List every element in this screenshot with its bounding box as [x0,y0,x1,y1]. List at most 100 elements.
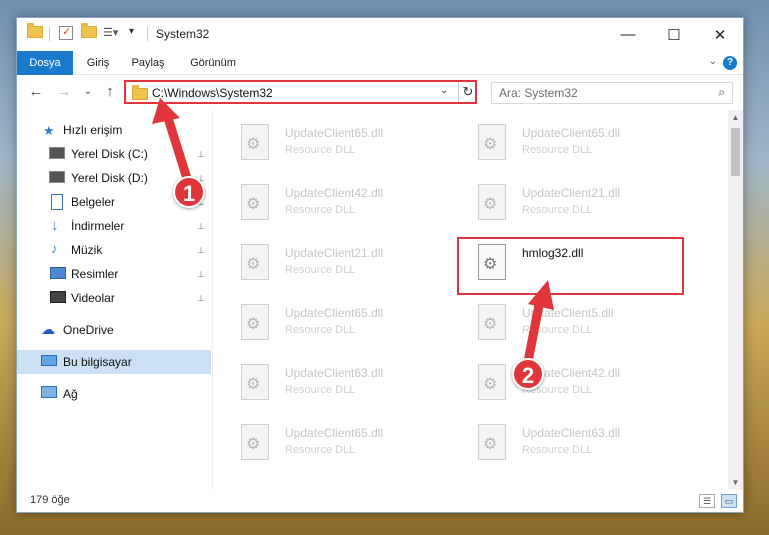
file-type: Resource DLL [285,204,356,216]
star-icon: ★ [43,123,55,138]
sidebar-item-label: OneDrive [63,323,114,337]
pin-icon[interactable]: ⊥ [197,245,205,256]
file-type: Resource DLL [285,384,356,396]
cloud-icon: ☁ [41,321,55,337]
file-item[interactable]: UpdateClient42.dll Resource DLL [213,178,441,234]
title-separator [147,27,148,41]
file-name: UpdateClient65.dll [285,306,384,320]
scroll-down-icon[interactable]: ▼ [728,475,743,490]
pin-icon[interactable]: ⊥ [197,269,205,280]
pin-icon[interactable]: ⊥ [197,293,205,304]
dll-file-icon [241,244,269,280]
sidebar-item-network[interactable]: Ağ [17,382,211,406]
vertical-scrollbar[interactable]: ▲ ▼ [728,110,743,490]
expand-ribbon-icon[interactable]: ⌄ [709,56,717,67]
pin-icon[interactable]: ⊥ [197,149,205,160]
properties-icon[interactable]: ✓ [59,26,73,40]
dll-file-icon [478,364,506,400]
file-type: Resource DLL [285,144,356,156]
music-icon: ♪ [51,241,58,256]
sidebar-item-quick-access[interactable]: ★ Hızlı erişim [17,118,211,142]
file-item[interactable]: UpdateClient65.dll Resource DLL [213,298,441,354]
sidebar-item-this-pc[interactable]: Bu bilgisayar [17,350,211,374]
sidebar-item-label: Yerel Disk (D:) [71,171,148,185]
sidebar-item-disk-c[interactable]: Yerel Disk (C:) ⊥ [17,142,211,166]
file-type: Resource DLL [285,324,356,336]
tab-gorunum[interactable]: Görünüm [183,51,243,75]
tiles-view-icon[interactable]: ▭ [721,494,737,508]
file-name: UpdateClient63.dll [522,426,621,440]
navigation-bar: ← → ⌄ ↑ C:\Windows\System32 ⌄ ↻ Ara: Sys… [17,76,743,108]
minimize-button[interactable]: — [605,18,651,51]
maximize-button[interactable]: ☐ [651,18,697,51]
sidebar-item-label: Bu bilgisayar [63,355,132,369]
documents-icon [51,194,63,210]
file-item[interactable]: UpdateClient21.dll Resource DLL [213,238,441,294]
file-name: UpdateClient63.dll [285,366,384,380]
scrollbar-thumb[interactable] [731,128,740,176]
file-item[interactable]: UpdateClient63.dll Resource DLL [450,418,678,474]
address-path[interactable]: C:\Windows\System32 [152,86,273,100]
file-type: Resource DLL [285,444,356,456]
tab-paylas[interactable]: Paylaş [123,51,173,75]
sidebar-item-label: Belgeler [71,195,116,209]
sidebar-item-onedrive[interactable]: ☁ OneDrive [17,318,211,342]
sidebar-item-label: İndirmeler [71,219,125,233]
sidebar-item-label: Müzik [71,243,103,257]
back-button[interactable]: ← [27,82,45,102]
refresh-button[interactable]: ↻ [458,82,477,102]
file-item[interactable]: UpdateClient65.dll Resource DLL [213,418,441,474]
dll-file-icon [478,424,506,460]
tab-giris[interactable]: Giriş [77,51,119,75]
sidebar-item-pictures[interactable]: Resimler ⊥ [17,262,211,286]
sidebar-item-videos[interactable]: Videolar ⊥ [17,286,211,310]
status-bar: 179 öğe ☰ ▭ [17,490,743,512]
ribbon-tabs: Dosya Giriş Paylaş Görünüm ⌄ ? [17,51,743,75]
address-bar[interactable]: C:\Windows\System32 ⌄ ↻ [124,80,477,104]
network-icon [41,386,57,398]
file-item[interactable]: UpdateClient63.dll Resource DLL [213,358,441,414]
drive-icon [49,171,65,183]
tab-dosya[interactable]: Dosya [17,51,73,75]
sidebar-item-label: Ağ [63,387,78,401]
title-bar: ✓ ☰▾ ▾ System32 — ☐ ✕ [17,18,743,51]
sidebar-item-music[interactable]: ♪ Müzik ⊥ [17,238,211,262]
file-type: Resource DLL [285,264,356,276]
search-icon[interactable]: ⌕ [718,85,725,100]
search-box[interactable]: Ara: System32 ⌕ [491,82,733,104]
address-dropdown-icon[interactable]: ⌄ [440,85,448,96]
file-type: Resource DLL [522,324,593,336]
details-view-icon[interactable]: ☰ [699,494,715,508]
file-item[interactable]: UpdateClient65.dll Resource DLL [450,118,678,174]
new-folder-icon[interactable] [81,23,97,40]
up-button[interactable]: ↑ [101,82,119,102]
close-button[interactable]: ✕ [697,18,743,51]
dll-file-icon [241,124,269,160]
recent-locations-button[interactable]: ⌄ [79,82,97,102]
file-item[interactable]: UpdateClient5.dll Resource DLL [450,298,678,354]
sidebar-item-downloads[interactable]: ↓ İndirmeler ⊥ [17,214,211,238]
file-name: UpdateClient42.dll [285,186,384,200]
file-name: UpdateClient21.dll [522,186,621,200]
forward-button[interactable]: → [55,82,73,102]
item-count: 179 öğe [30,494,70,506]
file-item[interactable]: UpdateClient21.dll Resource DLL [450,178,678,234]
pictures-icon [50,267,66,279]
search-input[interactable]: Ara: System32 [499,86,578,100]
sidebar-item-label: Resimler [71,267,119,281]
file-item[interactable]: UpdateClient42.dll Resource DLL [450,358,678,414]
help-button[interactable]: ? [723,56,737,70]
file-item[interactable]: UpdateClient65.dll Resource DLL [213,118,441,174]
file-name: UpdateClient5.dll [522,306,614,320]
customize-toolbar-icon[interactable]: ☰▾ [103,26,118,40]
dll-file-icon [241,424,269,460]
file-type: Resource DLL [522,444,593,456]
file-type: Resource DLL [522,144,593,156]
scroll-up-icon[interactable]: ▲ [728,110,743,125]
dll-file-icon [241,364,269,400]
qat-dropdown-icon[interactable]: ▾ [129,26,143,40]
downloads-icon: ↓ [51,217,59,234]
pin-icon[interactable]: ⊥ [197,221,205,232]
navigation-pane: ★ Hızlı erişim Yerel Disk (C:) ⊥ Yerel D… [17,110,213,490]
callout-2: 2 [512,358,544,390]
